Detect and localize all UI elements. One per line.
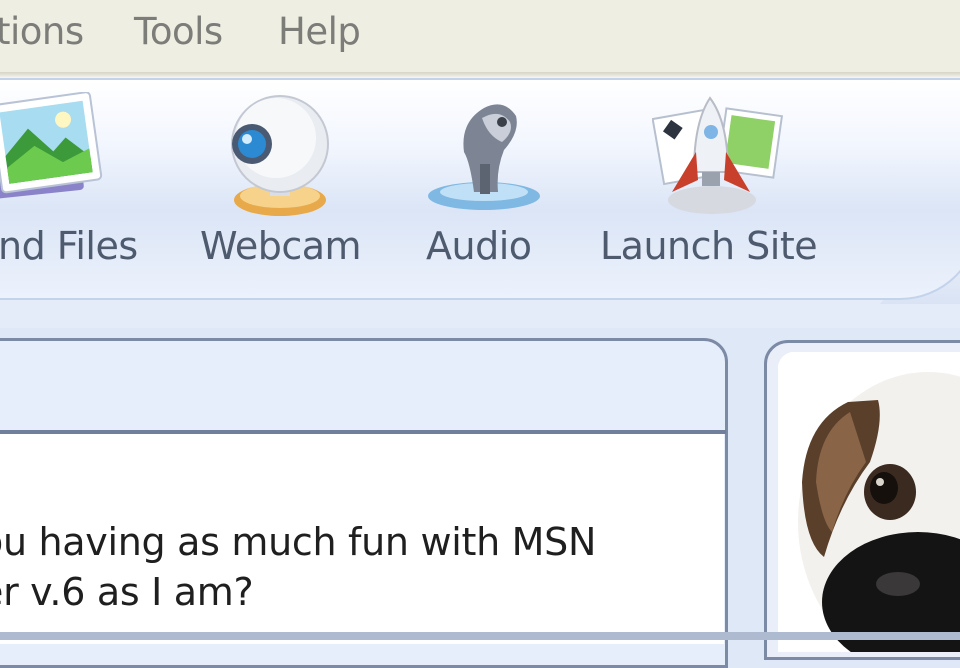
send-files-label: nd Files <box>0 224 138 268</box>
menu-bar: tions Tools Help <box>0 0 960 72</box>
rocket-icon <box>652 96 784 214</box>
webcam-label: Webcam <box>200 224 362 268</box>
menu-item-options[interactable]: tions <box>0 10 84 53</box>
display-picture[interactable] <box>778 352 960 652</box>
microphone-icon <box>428 104 540 210</box>
launch-site-label: Launch Site <box>600 224 818 268</box>
audio-label: Audio <box>426 224 532 268</box>
dog-avatar-icon <box>778 352 960 652</box>
menu-item-help[interactable]: Help <box>278 10 361 53</box>
photo-icon <box>0 92 103 200</box>
window-bottom-edge <box>0 632 960 640</box>
menu-item-tools[interactable]: Tools <box>134 10 223 53</box>
conversation-history[interactable]: : ou having as much fun with MSN er v.6 … <box>0 434 724 644</box>
message-line: er v.6 as I am? <box>0 570 254 614</box>
message-line: ou having as much fun with MSN <box>0 520 597 564</box>
webcam-icon <box>231 95 329 216</box>
